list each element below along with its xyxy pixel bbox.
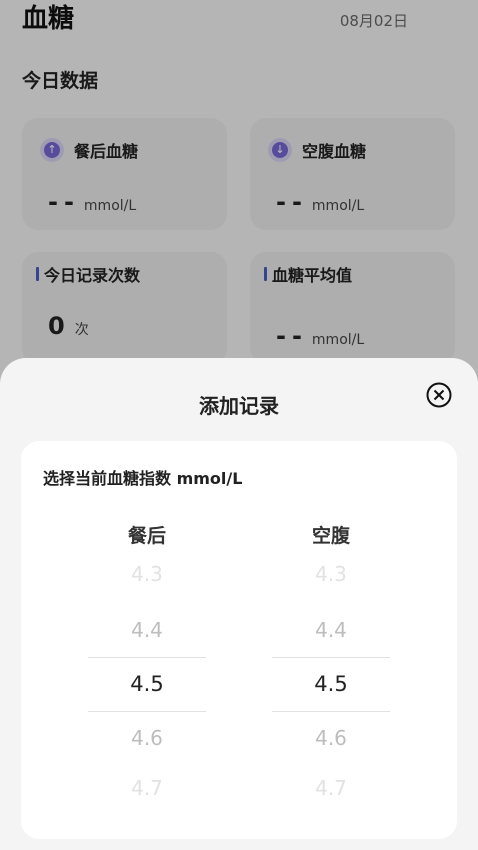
picker-option[interactable]: 4.4 — [88, 604, 206, 657]
picker-prompt: 选择当前血糖指数 mmol/L — [43, 469, 243, 488]
close-icon[interactable] — [426, 382, 452, 408]
picker-option[interactable]: 4.7 — [272, 765, 390, 818]
add-record-sheet: 添加记录 选择当前血糖指数 mmol/L 餐后 4.3 4.4 4.5 4.6 … — [0, 358, 478, 850]
picker-option[interactable]: 4.7 — [88, 765, 206, 818]
picker-option[interactable]: 4.3 — [88, 551, 206, 604]
picker-column-fasting[interactable]: 空腹 4.3 4.4 4.5 4.6 4.7 — [272, 521, 390, 818]
sheet-title: 添加记录 — [199, 394, 279, 418]
picker-option[interactable]: 4.4 — [272, 604, 390, 657]
picker-option-selected[interactable]: 4.5 — [272, 657, 390, 712]
picker-option[interactable]: 4.6 — [272, 712, 390, 765]
value-picker-panel: 选择当前血糖指数 mmol/L 餐后 4.3 4.4 4.5 4.6 4.7 空… — [21, 441, 457, 839]
picker-option[interactable]: 4.3 — [272, 551, 390, 604]
picker-column-postmeal[interactable]: 餐后 4.3 4.4 4.5 4.6 4.7 — [88, 521, 206, 818]
picker-column-title: 餐后 — [127, 525, 166, 547]
picker-option[interactable]: 4.6 — [88, 712, 206, 765]
picker-option-selected[interactable]: 4.5 — [88, 657, 206, 712]
picker-column-title: 空腹 — [311, 525, 350, 547]
